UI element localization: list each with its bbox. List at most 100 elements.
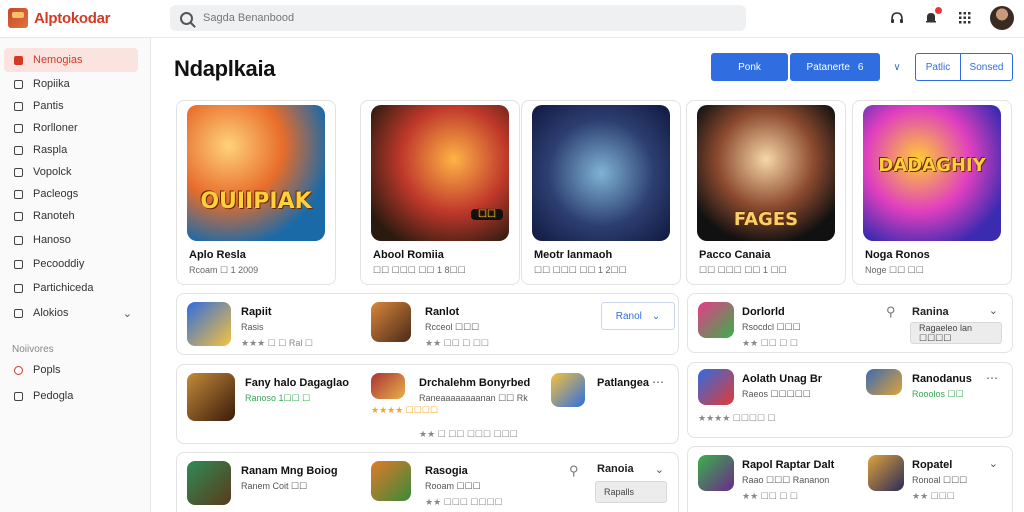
sidebar-item-pacleogs[interactable]: Pacleogs [4,182,138,206]
nav-icon [14,55,23,65]
app-meta: Rsocdcl ☐☐☐ [742,322,801,332]
search-icon [180,11,193,25]
outline-button-2[interactable]: Sonsed [960,53,1013,81]
sidebar-item-hanoso[interactable]: Hanoso [4,228,138,252]
sidebar-item-pantis[interactable]: Pantis [4,94,138,118]
bell-icon[interactable] [922,7,942,27]
app-name: Ropatel [912,459,953,471]
search-input[interactable] [203,12,603,24]
card-title: Abool Romiia [373,249,444,261]
page-title: Ndaplkaia [174,56,276,81]
sidebar-item-alokios[interactable]: Alokios ⌄ [4,301,138,325]
filter-chip[interactable]: Rapalls [595,481,667,503]
grid-icon[interactable] [956,9,974,27]
top-icons [888,6,1014,30]
install-dropdown[interactable]: Ranol ⌄ [601,302,675,330]
sidebar-section-label: Noiivores [12,344,54,355]
app-meta: Raeos ☐☐☐☐☐ [742,389,811,399]
app-icon [698,369,734,405]
game-artwork: DADAGHIY [863,105,1001,241]
sidebar-item-label: Pacleogs [33,188,79,200]
art-title: FAGES [733,209,799,230]
chevron-down-icon[interactable]: ∨ [884,53,910,81]
sidebar-item-ranoteh[interactable]: Ranoteh [4,204,138,228]
game-artwork [532,105,670,241]
sidebar-item-pecooddiy[interactable]: Pecooddiy [4,252,138,276]
list-item[interactable]: Drchalehm Bonyrbed Raneaaaaaaaanan ☐☐ Rk… [371,373,551,439]
sidebar-item-label: Popls [33,364,61,376]
filter-chip[interactable]: Ragaeleo lan ☐☐☐☐ [910,322,1002,344]
app-list-box: Fany halo Dagaglao Ranoso 1☐☐ ☐ Drchaleh… [176,364,679,444]
primary-button[interactable]: Ponk [711,53,788,81]
card-title: Noga Ronos [865,249,930,261]
app-list-box: Aolath Unag Br Raeos ☐☐☐☐☐ ★★★★ ☐☐☐☐ ☐ R… [687,362,1013,438]
sidebar-item-label: Hanoso [33,234,71,246]
sidebar-item-label: Alokios [33,307,69,319]
app-logo[interactable]: Alptokodar [8,8,110,28]
art-title: DADAGHIY [878,155,986,176]
card-subtitle: ☐☐ ☐☐☐ ☐☐ 1 2☐☐ [534,265,627,275]
card-title: Pacco Canaia [699,249,771,261]
app-rating: ★★ ☐ ☐☐ ☐☐☐ ☐☐☐ [419,429,518,439]
sidebar-item-vopolck[interactable]: Vopolck [4,160,138,184]
app-icon [551,373,585,407]
app-list-box: Ranam Mng Boiog Ranem Coit ☐☐ Rasogia Ro… [176,452,679,512]
nav-icon [14,259,23,269]
featured-card[interactable]: OUIIPIAK Aplo Resla Rcoam ☐ 1 2009 [176,100,336,285]
sidebar-item-ropiika[interactable]: Ropiika [4,72,138,96]
featured-card[interactable]: Meotr lanmaoh ☐☐ ☐☐☐ ☐☐ 1 2☐☐ [521,100,681,285]
chevron-down-icon: ⌄ [122,307,132,320]
sidebar-item-label: Rorlloner [33,122,78,134]
list-item[interactable]: Ranodanus Rooolos ☐☐ [866,369,1006,421]
nav-icon [14,391,23,401]
app-name: Ranam Mng Boiog [241,465,338,477]
app-icon [187,302,231,346]
chevron-down-icon[interactable]: ⌄ [989,304,998,317]
sidebar-item-raspla[interactable]: Raspla [4,138,138,162]
headset-icon[interactable] [888,9,906,27]
game-artwork: OUIIPIAK [187,105,325,241]
card-title: Meotr lanmaoh [534,249,613,261]
sidebar-item-rorlloner[interactable]: Rorlloner [4,116,138,140]
list-item[interactable]: Rasogia Rooam ☐☐☐ ★★ ☐☐☐ ☐☐☐☐ [371,461,551,512]
more-icon[interactable]: ⋯ [652,375,664,389]
list-item[interactable]: Fany halo Dagaglao Ranoso 1☐☐ ☐ [187,373,367,425]
nav-icon [14,101,23,111]
chevron-down-icon[interactable]: ⌄ [989,457,998,470]
card-subtitle: Noge ☐☐ ☐☐ [865,265,924,275]
secondary-button-label: Patanerte [806,61,850,73]
list-item[interactable]: Dorlorld Rsocdcl ☐☐☐ ★★ ☐☐ ☐ ☐ [698,302,868,354]
list-item[interactable]: Ranam Mng Boiog Ranem Coit ☐☐ [187,461,367,512]
sidebar-item-pedogla[interactable]: Pedogla [4,384,138,408]
app-meta: Raao ☐☐☐ Rananon [742,475,830,485]
app-rating: ★★ ☐☐ ☐ ☐ [742,338,798,348]
app-meta: Ronoal ☐☐☐ [912,475,968,485]
featured-card[interactable]: DADAGHIY Noga Ronos Noge ☐☐ ☐☐ [852,100,1012,285]
more-icon[interactable]: ⋯ [986,371,998,385]
user-avatar[interactable] [990,6,1014,30]
list-item[interactable]: Aolath Unag Br Raeos ☐☐☐☐☐ ★★★★ ☐☐☐☐ ☐ [698,369,868,423]
list-item[interactable]: Rapol Raptar Dalt Raao ☐☐☐ Rananon ★★ ☐☐… [698,455,868,507]
app-name: Dorlorld [742,306,785,318]
list-item[interactable]: Rapiit Rasis ★★★ ☐ ☐ Ral ☐ [187,302,367,354]
list-item[interactable]: Ropatel Ronoal ☐☐☐ ★★ ☐☐☐ [868,455,998,507]
outline-button-1[interactable]: Patlic [915,53,961,81]
sidebar-item-label: Raspla [33,144,68,156]
sidebar-item-nemogias[interactable]: Nemogias [4,48,138,72]
card-title: Aplo Resla [189,249,246,261]
list-item[interactable]: Ranlot Rcceol ☐☐☐ ★★ ☐☐ ☐ ☐☐ [371,302,551,354]
app-name: Ranoia [597,463,634,475]
featured-card[interactable]: ☐☐ Abool Romiia ☐☐ ☐☐☐ ☐☐ 1 8☐☐ [360,100,520,285]
app-icon [868,455,904,491]
search-bar[interactable] [170,5,746,31]
sidebar-item-popls[interactable]: Popls [4,358,138,382]
nav-icon [14,211,23,221]
featured-card[interactable]: FAGES Pacco Canaia ☐☐ ☐☐☐ ☐☐ 1 ☐☐ [686,100,846,285]
app-meta: Rasis [241,322,264,332]
secondary-button[interactable]: Patanerte 6 [790,53,880,81]
game-artwork: ☐☐ [371,105,509,241]
app-meta: Ranoso 1☐☐ ☐ [245,393,311,403]
chevron-down-icon[interactable]: ⌄ [655,463,664,476]
user-icon [14,123,23,133]
sidebar-item-partichiceda[interactable]: Partichiceda [4,276,138,300]
